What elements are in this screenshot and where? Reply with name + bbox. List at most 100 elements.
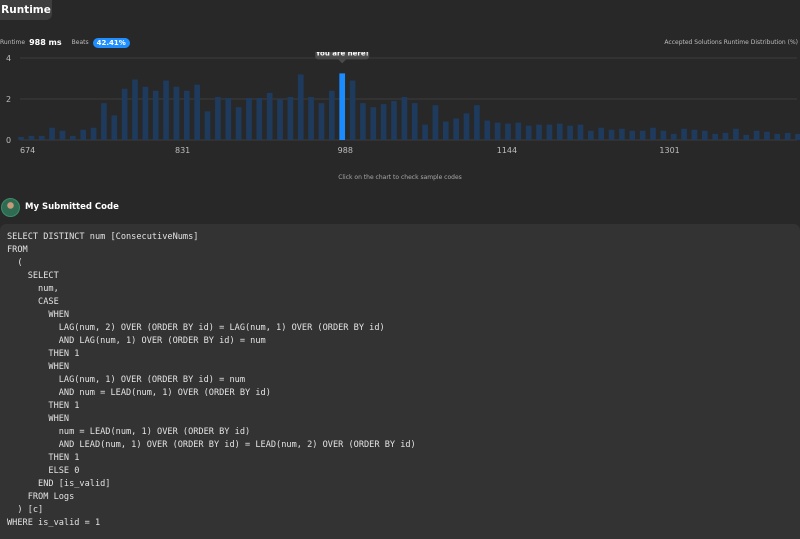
bar[interactable] (49, 127, 55, 140)
bar[interactable] (152, 90, 159, 140)
bar[interactable] (774, 133, 781, 140)
runtime-distribution-chart[interactable]: 0 2 4 You are here! 674 831 988 1144 1301 (0, 52, 800, 164)
bar[interactable] (650, 127, 656, 140)
bar[interactable] (183, 90, 190, 140)
bar[interactable] (297, 74, 304, 140)
runtime-tab[interactable]: Runtime (0, 0, 52, 20)
bar[interactable] (639, 130, 646, 140)
bar[interactable] (556, 123, 563, 140)
bar[interactable] (577, 124, 584, 140)
y-tick-label: 2 (6, 95, 11, 104)
bar[interactable] (380, 104, 387, 140)
bar[interactable] (505, 123, 511, 140)
bar[interactable] (173, 86, 180, 140)
bar[interactable] (701, 130, 708, 140)
bar[interactable] (277, 99, 283, 140)
code-line: FROM Logs (7, 492, 75, 502)
chart-hint: Click on the chart to check sample codes (338, 174, 462, 181)
bar[interactable] (69, 135, 76, 140)
bar[interactable] (546, 124, 553, 140)
bar[interactable] (432, 105, 439, 140)
bar[interactable] (442, 121, 449, 140)
code-line: WHEN (7, 362, 70, 372)
bar[interactable] (619, 128, 625, 140)
bar[interactable] (608, 129, 615, 140)
bar[interactable] (132, 79, 138, 140)
bar[interactable] (287, 96, 294, 140)
bar[interactable] (318, 103, 325, 140)
x-tick-label: 674 (20, 146, 35, 155)
bar[interactable] (795, 133, 800, 140)
code-line: SELECT (7, 271, 59, 281)
bar[interactable] (411, 103, 418, 140)
bar[interactable] (18, 136, 24, 140)
bar[interactable] (681, 128, 687, 140)
bar[interactable] (784, 132, 791, 140)
bar[interactable] (101, 103, 107, 140)
code-line: THEN 1 (7, 349, 80, 359)
code-line: CASE (7, 297, 59, 307)
bar-highlight[interactable] (339, 73, 346, 140)
bar[interactable] (629, 130, 636, 140)
bar[interactable] (453, 118, 460, 140)
code-line: THEN 1 (7, 401, 80, 411)
bar[interactable] (536, 124, 542, 140)
bar[interactable] (370, 107, 377, 140)
distribution-label: Accepted Solutions Runtime Distribution … (664, 39, 798, 46)
bar[interactable] (515, 122, 522, 140)
bar[interactable] (194, 84, 201, 140)
bar[interactable] (163, 80, 169, 140)
bar[interactable] (111, 115, 118, 140)
bar[interactable] (142, 86, 149, 140)
bar[interactable] (422, 124, 428, 140)
bar[interactable] (328, 90, 335, 140)
bar[interactable] (349, 80, 356, 140)
bar[interactable] (474, 105, 480, 140)
bar[interactable] (587, 130, 594, 140)
bar[interactable] (266, 92, 273, 140)
avatar[interactable] (1, 198, 20, 217)
bar[interactable] (204, 111, 211, 140)
bar[interactable] (525, 125, 532, 140)
bar[interactable] (494, 122, 501, 140)
bar[interactable] (256, 97, 263, 140)
bar[interactable] (463, 113, 470, 140)
bar[interactable] (360, 103, 366, 140)
x-tick-label: 1144 (497, 146, 517, 155)
runtime-stats: Runtime 988 ms Beats 42.41% (0, 36, 130, 49)
bar[interactable] (215, 96, 221, 140)
code-block[interactable]: SELECT DISTINCT num [ConsecutiveNums] FRO… (0, 224, 800, 539)
code-line: WHEN (7, 414, 70, 424)
bar[interactable] (90, 127, 97, 140)
bar[interactable] (246, 97, 252, 140)
bar[interactable] (121, 88, 128, 140)
bar[interactable] (691, 129, 698, 140)
bar[interactable] (670, 133, 677, 140)
bar[interactable] (401, 96, 408, 140)
bar[interactable] (764, 131, 770, 140)
bar[interactable] (660, 130, 667, 140)
bar[interactable] (722, 132, 729, 140)
runtime-label: Runtime (0, 39, 26, 46)
code-line: ) [c] (7, 505, 44, 515)
bar[interactable] (753, 130, 760, 140)
code-line: num, (7, 284, 59, 294)
bar[interactable] (235, 107, 242, 140)
bar[interactable] (391, 101, 397, 140)
bar[interactable] (80, 129, 87, 140)
code-line: END [is_valid] (7, 479, 111, 489)
bar[interactable] (743, 134, 750, 140)
bar[interactable] (484, 120, 491, 140)
bar[interactable] (733, 128, 739, 140)
submitted-code-title: My Submitted Code (25, 202, 119, 212)
code-line: WHEN (7, 310, 70, 320)
bar[interactable] (59, 130, 66, 140)
bar[interactable] (38, 135, 45, 140)
bar[interactable] (225, 97, 232, 140)
bar[interactable] (28, 135, 35, 140)
bar[interactable] (598, 127, 605, 140)
bar[interactable] (712, 133, 719, 140)
bar[interactable] (567, 125, 573, 140)
code-line: THEN 1 (7, 453, 80, 463)
bar[interactable] (308, 96, 314, 140)
